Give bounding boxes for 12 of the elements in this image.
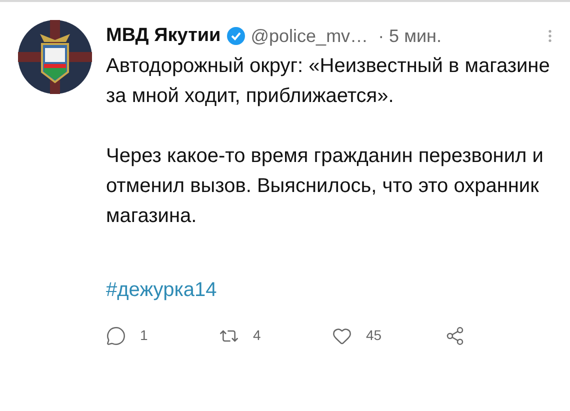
account-name[interactable]: МВД Якутии <box>106 22 221 50</box>
post-time: · 5 мин. <box>378 24 442 48</box>
action-count: 1 <box>140 326 148 345</box>
action-count: 45 <box>366 326 382 345</box>
heart-icon[interactable] <box>332 326 352 346</box>
account-handle: @police_mv… <box>250 24 368 48</box>
reply-icon[interactable] <box>106 326 126 346</box>
tweet-paragraph: Автодорожный округ: «Неизвестный в магазине за мной ходит, приближается». <box>106 54 551 109</box>
tweet-paragraph: Через какое-то время гражданин перезвонил и отменил вызов. Выяснилось, что это охранник магазина. <box>106 144 544 229</box>
hashtag-link[interactable]: #дежурка14 <box>106 275 217 305</box>
action-count: 4 <box>253 326 261 345</box>
share-icon[interactable] <box>445 326 465 346</box>
